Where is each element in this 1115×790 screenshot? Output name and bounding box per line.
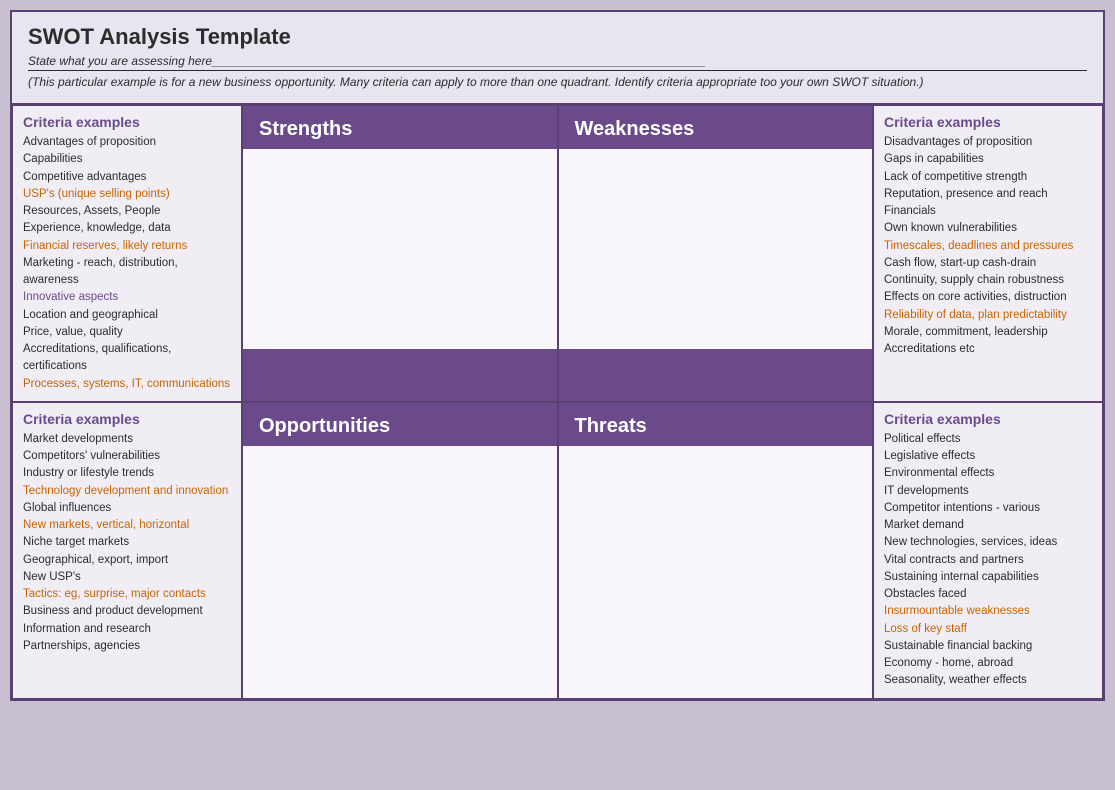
swot-grid: Criteria examples Advantages of proposit… [12, 105, 1103, 699]
criteria-top-left-list: Advantages of propositionCapabilitiesCom… [23, 134, 231, 393]
empty-quadrant-area[interactable] [243, 446, 557, 698]
criteria-top-right: Criteria examples Disadvantages of propo… [873, 105, 1103, 402]
list-item: Business and product development [23, 603, 231, 620]
list-item: Reputation, presence and reach [884, 186, 1092, 203]
list-item: Processes, systems, IT, communications [23, 376, 231, 393]
list-item: USP's (unique selling points) [23, 186, 231, 203]
list-item: Resources, Assets, People [23, 203, 231, 220]
criteria-bottom-right-list: Political effectsLegislative effectsEnvi… [884, 431, 1092, 690]
list-item: Accreditations etc [884, 341, 1092, 358]
list-item: Niche target markets [23, 534, 231, 551]
list-item: Innovative aspects [23, 289, 231, 306]
list-item: Partnerships, agencies [23, 638, 231, 655]
list-item: IT developments [884, 483, 1092, 500]
list-item: Information and research [23, 621, 231, 638]
list-item: Capabilities [23, 151, 231, 168]
header-note: (This particular example is for a new bu… [28, 75, 1087, 89]
list-item: Global influences [23, 500, 231, 517]
list-item: Accreditations, qualifications, certific… [23, 341, 231, 376]
list-item: Market demand [884, 517, 1092, 534]
criteria-top-right-list: Disadvantages of propositionGaps in capa… [884, 134, 1092, 358]
empty-quadrant-area[interactable] [559, 446, 873, 698]
list-item: New USP's [23, 569, 231, 586]
list-item: Vital contracts and partners [884, 552, 1092, 569]
list-item: Timescales, deadlines and pressures [884, 238, 1092, 255]
criteria-bottom-left-list: Market developmentsCompetitors' vulnerab… [23, 431, 231, 655]
list-item: Own known vulnerabilities [884, 220, 1092, 237]
page-title: SWOT Analysis Template [28, 24, 1087, 50]
list-item: New markets, vertical, horizontal [23, 517, 231, 534]
list-item: Lack of competitive strength [884, 169, 1092, 186]
list-item: Sustaining internal capabilities [884, 569, 1092, 586]
list-item: Marketing - reach, distribution, awarene… [23, 255, 231, 290]
swot-template: SWOT Analysis Template State what you ar… [10, 10, 1105, 701]
criteria-top-left: Criteria examples Advantages of proposit… [12, 105, 242, 402]
subtitle-line: State what you are assessing here_______… [28, 54, 1087, 71]
empty-quadrant-area[interactable] [559, 149, 873, 349]
criteria-top-right-title: Criteria examples [884, 114, 1092, 130]
list-item: Market developments [23, 431, 231, 448]
list-item: Sustainable financial backing [884, 638, 1092, 655]
weaknesses-header: Weaknesses [558, 105, 874, 402]
list-item: Morale, commitment, leadership [884, 324, 1092, 341]
opportunities-cell: Opportunities [242, 402, 558, 699]
list-item: Cash flow, start-up cash-drain [884, 255, 1092, 272]
criteria-top-left-title: Criteria examples [23, 114, 231, 130]
list-item: Insurmountable weaknesses [884, 603, 1092, 620]
list-item: Legislative effects [884, 448, 1092, 465]
list-item: Industry or lifestyle trends [23, 465, 231, 482]
weaknesses-label: Weaknesses [575, 118, 695, 140]
list-item: Financial reserves, likely returns [23, 238, 231, 255]
list-item: Technology development and innovation [23, 483, 231, 500]
threats-cell: Threats [558, 402, 874, 699]
list-item: Competitors' vulnerabilities [23, 448, 231, 465]
strengths-header: Strengths [242, 105, 558, 402]
list-item: Price, value, quality [23, 324, 231, 341]
list-item: Experience, knowledge, data [23, 220, 231, 237]
list-item: New technologies, services, ideas [884, 534, 1092, 551]
list-item: Seasonality, weather effects [884, 672, 1092, 689]
list-item: Tactics: eg, surprise, major contacts [23, 586, 231, 603]
empty-quadrant-area[interactable] [243, 149, 557, 349]
list-item: Economy - home, abroad [884, 655, 1092, 672]
criteria-bottom-left: Criteria examples Market developmentsCom… [12, 402, 242, 699]
list-item: Competitor intentions - various [884, 500, 1092, 517]
list-item: Advantages of proposition [23, 134, 231, 151]
strengths-label: Strengths [259, 118, 352, 140]
list-item: Effects on core activities, distruction [884, 289, 1092, 306]
list-item: Environmental effects [884, 465, 1092, 482]
list-item: Continuity, supply chain robustness [884, 272, 1092, 289]
criteria-bottom-left-title: Criteria examples [23, 411, 231, 427]
criteria-bottom-right: Criteria examples Political effectsLegis… [873, 402, 1103, 699]
opportunities-label: Opportunities [259, 415, 541, 438]
list-item: Disadvantages of proposition [884, 134, 1092, 151]
list-item: Competitive advantages [23, 169, 231, 186]
list-item: Financials [884, 203, 1092, 220]
threats-label: Threats [575, 415, 857, 438]
list-item: Reliability of data, plan predictability [884, 307, 1092, 324]
criteria-bottom-right-title: Criteria examples [884, 411, 1092, 427]
list-item: Geographical, export, import [23, 552, 231, 569]
header-section: SWOT Analysis Template State what you ar… [12, 12, 1103, 105]
list-item: Gaps in capabilities [884, 151, 1092, 168]
list-item: Location and geographical [23, 307, 231, 324]
list-item: Obstacles faced [884, 586, 1092, 603]
list-item: Loss of key staff [884, 621, 1092, 638]
list-item: Political effects [884, 431, 1092, 448]
